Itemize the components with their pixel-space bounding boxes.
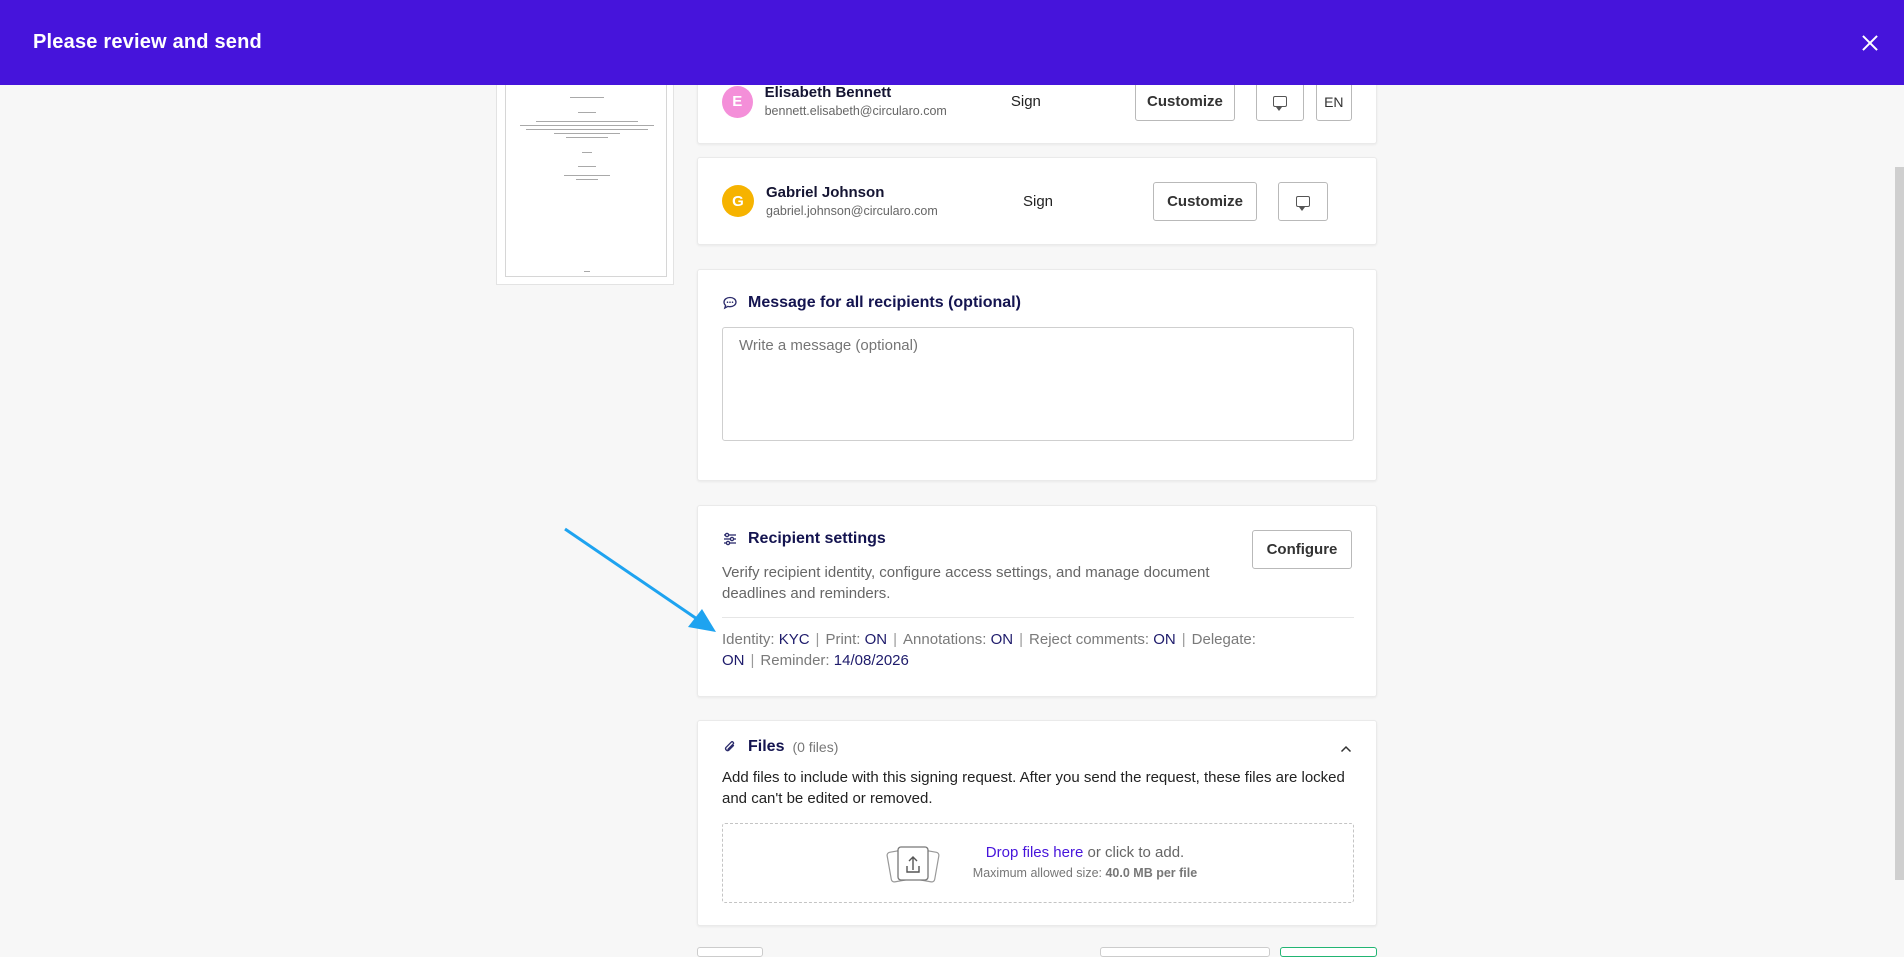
scrollbar[interactable]: [1895, 167, 1904, 880]
recipient-role: Sign: [1023, 192, 1054, 210]
max-size-text: Maximum allowed size: 40.0 MB per file: [955, 866, 1215, 880]
footer-button[interactable]: [1100, 947, 1270, 957]
recipient-name: Elisabeth Bennett: [764, 83, 892, 101]
sliders-icon: [724, 532, 736, 546]
print-label: Print:: [825, 631, 861, 648]
settings-summary: Identity: KYC | Print: ON | Annotations: ON |…: [722, 631, 1256, 669]
max-size-label: Maximum allowed size:: [972, 866, 1106, 880]
message-section-header: Message for all recipients (optional): [722, 294, 1021, 312]
dialog-title: Please review and send: [33, 31, 262, 53]
files-title: Files: [748, 738, 785, 755]
print-value: ON: [864, 631, 888, 648]
reject-comments-label: Reject comments:: [1029, 631, 1150, 648]
comment-icon: [1296, 195, 1310, 211]
divider: [722, 617, 1354, 618]
settings-section-header: Recipient settings: [722, 530, 886, 548]
recipient-settings-card: Recipient settings Configure Verify reci…: [697, 505, 1377, 697]
message-icon: [723, 296, 737, 310]
recipient-role: Sign: [1010, 93, 1041, 110]
reject-comments-value: ON: [1153, 631, 1176, 648]
identity-value: KYC: [778, 631, 810, 648]
document-page-preview: [505, 61, 667, 277]
drop-files-link[interactable]: Drop files here: [986, 844, 1084, 861]
send-button[interactable]: [1280, 947, 1377, 957]
footer-button[interactable]: [697, 947, 763, 957]
settings-description: Verify recipient identity, configure acc…: [722, 564, 1210, 602]
message-input[interactable]: [722, 327, 1354, 441]
reminder-label: Reminder:: [760, 652, 830, 669]
recipient-email: bennett.elisabeth@circularo.com: [764, 103, 947, 118]
message-title: Message for all recipients (optional): [748, 294, 1021, 311]
avatar: G: [722, 185, 754, 217]
files-section-header[interactable]: Files (0 files): [722, 738, 838, 756]
avatar: E: [722, 85, 753, 118]
max-size-value: 40.0 MB per file: [1105, 866, 1198, 880]
files-description: Add files to include with this signing r…: [722, 769, 1345, 807]
message-card: Message for all recipients (optional): [697, 269, 1377, 481]
reminder-value: 14/08/2026: [833, 652, 909, 669]
annotations-label: Annotations:: [903, 631, 987, 648]
paperclip-icon: [724, 741, 735, 752]
language-button[interactable]: EN: [1315, 82, 1352, 121]
settings-title: Recipient settings: [748, 530, 886, 547]
files-card: Files (0 files) Add files to include wit…: [697, 720, 1377, 926]
identity-label: Identity:: [722, 631, 775, 648]
recipient-name: Gabriel Johnson: [766, 184, 885, 201]
recipient-email: gabriel.johnson@circularo.com: [766, 204, 938, 218]
document-thumbnail[interactable]: [496, 60, 674, 285]
customize-button[interactable]: Customize: [1153, 181, 1257, 221]
close-icon[interactable]: [1858, 31, 1882, 55]
customize-button[interactable]: Customize: [1135, 82, 1235, 121]
upload-icon: [886, 846, 940, 883]
annotation-arrow: [564, 527, 716, 632]
comment-button[interactable]: [1278, 181, 1328, 221]
delegate-value: ON: [722, 652, 745, 669]
configure-button[interactable]: Configure: [1252, 530, 1352, 569]
drop-zone-rest: or click to add.: [1083, 844, 1185, 861]
drop-zone-text: Drop files here or click to add.: [955, 844, 1215, 861]
file-drop-zone[interactable]: Drop files here or click to add. Maximum…: [722, 823, 1354, 903]
comment-button[interactable]: [1255, 82, 1304, 121]
recipient-card: G Gabriel Johnson gabriel.johnson@circul…: [697, 157, 1377, 245]
files-count: (0 files): [792, 739, 839, 755]
delegate-label: Delegate:: [1191, 631, 1256, 648]
comment-icon: [1272, 96, 1287, 111]
dialog-header: Please review and send: [0, 0, 1904, 85]
chevron-up-icon[interactable]: [1340, 743, 1352, 755]
annotations-value: ON: [990, 631, 1014, 648]
